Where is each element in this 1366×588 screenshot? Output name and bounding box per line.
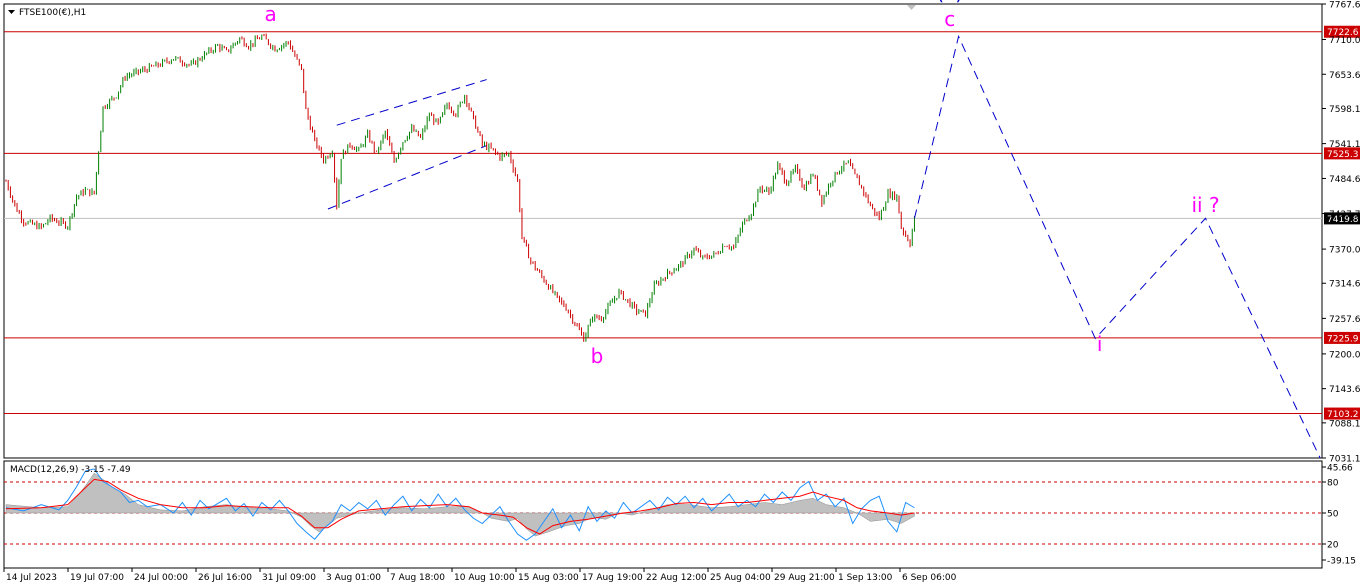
macd-tick-label: 45.66 (1327, 464, 1353, 474)
price-tick-label: 7427.7 (1329, 210, 1361, 220)
price-tick-label: 7541.1 (1329, 140, 1361, 150)
macd-tick-label: 80 (1327, 479, 1339, 489)
time-tick-label: 26 Jul 16:00 (198, 573, 252, 583)
price-tick-label: 7598.1 (1329, 105, 1361, 115)
trading-chart: 7722.67525.37225.97103.27419.8 ab(ii)cii… (0, 0, 1366, 588)
time-tick-label: 17 Aug 19:00 (582, 573, 643, 583)
macd-tick-label: 50 (1327, 510, 1339, 520)
price-tick-label: 7314.6 (1329, 280, 1361, 290)
price-tick-label: 7710.0 (1329, 36, 1361, 46)
price-tick-label: 7653.6 (1329, 71, 1361, 81)
macd-label: MACD(12,26,9) -3.15 -7.49 (10, 465, 131, 475)
wave-label-2: (ii) (936, 0, 963, 4)
price-tick-label: 7370.0 (1329, 246, 1361, 256)
wave-label-5: ii ? (1191, 193, 1219, 217)
time-tick-label: 10 Aug 10:00 (454, 573, 515, 583)
time-tick-label: 22 Aug 12:00 (646, 573, 707, 583)
wave-label-1: b (591, 344, 604, 368)
wave-label-3: c (944, 7, 955, 31)
price-tick-label: 7767.6 (1329, 1, 1361, 11)
price-tick-label: 7200.0 (1329, 350, 1361, 360)
macd-tick-label: 20 (1327, 541, 1339, 551)
macd-tick-label: -39.15 (1327, 557, 1356, 567)
time-tick-label: 31 Jul 09:00 (262, 573, 316, 583)
level-value-1: 7525.3 (1327, 150, 1359, 160)
macd-pane (3, 460, 1323, 569)
price-tick-label: 7484.6 (1329, 175, 1361, 185)
time-tick-label: 7 Aug 18:00 (390, 573, 445, 583)
time-tick-label: 6 Sep 06:00 (902, 573, 957, 583)
time-tick-label: 1 Sep 13:00 (838, 573, 893, 583)
price-tick-label: 7143.6 (1329, 385, 1361, 395)
time-tick-label: 19 Jul 07:00 (70, 573, 124, 583)
time-tick-label: 3 Aug 01:00 (326, 573, 381, 583)
wave-label-0: a (264, 2, 276, 26)
time-tick-label: 25 Aug 04:00 (710, 573, 771, 583)
time-tick-label: 29 Aug 21:00 (774, 573, 835, 583)
symbol-label: FTSE100(€),H1 (19, 8, 86, 18)
time-tick-label: 24 Jul 00:00 (134, 573, 188, 583)
time-tick-label: 14 Jul 2023 (6, 573, 57, 583)
price-tick-label: 7088.1 (1329, 419, 1361, 429)
price-pane (3, 3, 1323, 459)
level-value-2: 7225.9 (1327, 334, 1359, 344)
time-tick-label: 15 Aug 03:00 (518, 573, 579, 583)
wave-label-4: i (1097, 332, 1103, 356)
price-tick-label: 7257.6 (1329, 315, 1361, 325)
